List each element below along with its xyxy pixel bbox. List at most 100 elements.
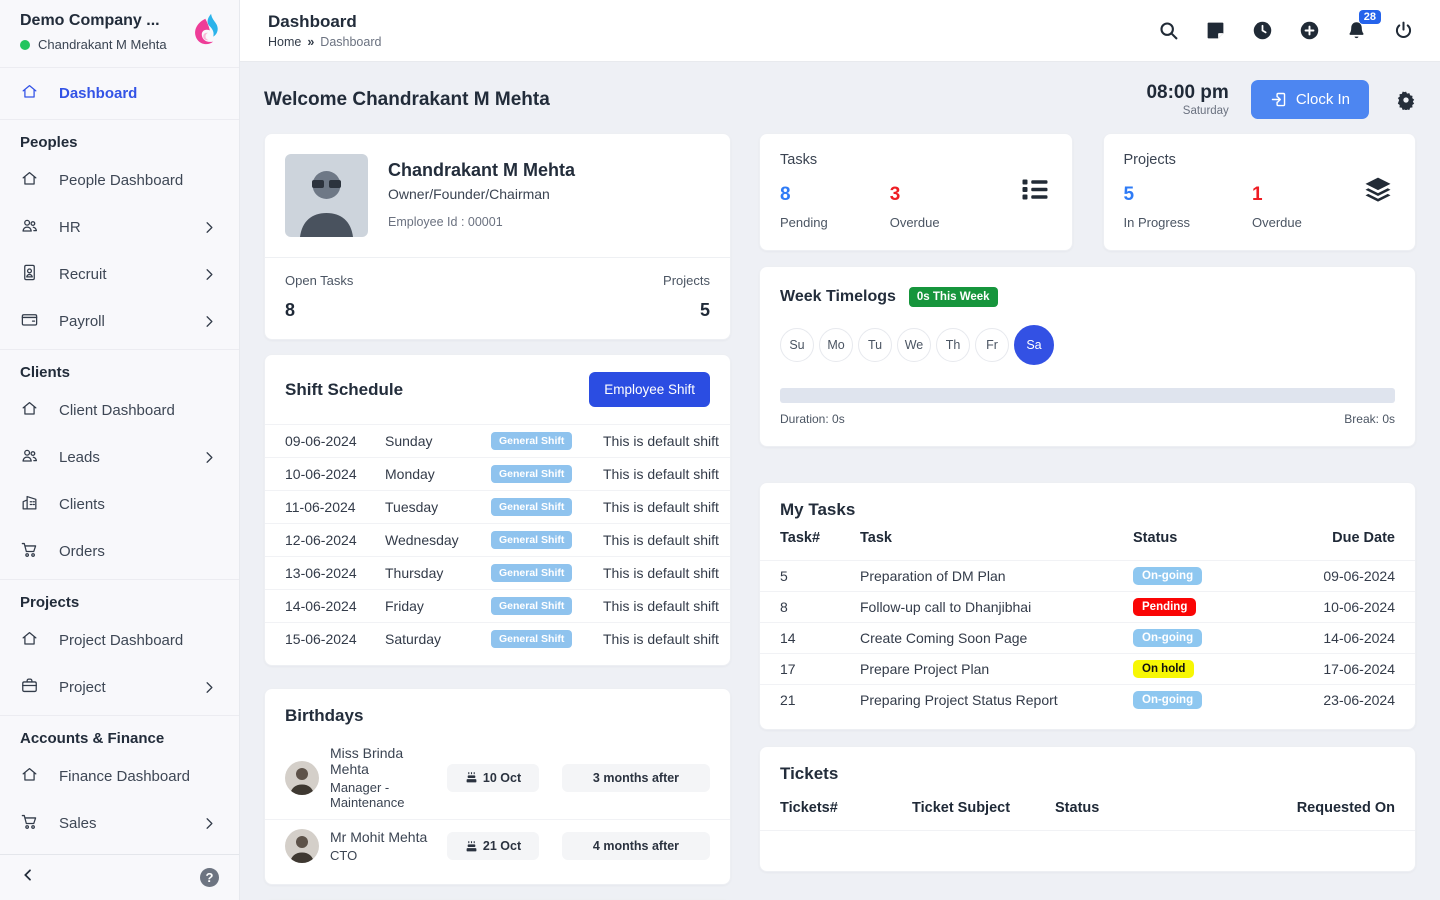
- task-id: 14: [780, 630, 860, 646]
- shift-type-badge: General Shift: [491, 630, 572, 648]
- sidebar-item-hr[interactable]: HR: [0, 204, 239, 251]
- help-icon[interactable]: ?: [200, 868, 219, 887]
- week-timelogs-card: Week Timelogs 0s This Week SuMoTuWeThFrS…: [759, 266, 1416, 447]
- settings-gear-icon[interactable]: [1396, 90, 1416, 110]
- birthday-row[interactable]: Mr Mohit Mehta CTO 21 Oct 4 months after: [265, 819, 730, 872]
- shift-row[interactable]: 12-06-2024 Wednesday General Shift This …: [265, 523, 730, 556]
- birthday-after-pill: 4 months after: [562, 832, 710, 860]
- projects-stat-card: Projects 5 In Progress 1 Overdue: [1103, 133, 1417, 251]
- task-row[interactable]: 8 Follow-up call to Dhanjibhai Pending 1…: [760, 591, 1415, 622]
- task-status-badge: On-going: [1133, 567, 1202, 585]
- collapse-sidebar-icon[interactable]: [20, 867, 36, 888]
- shift-day: Sunday: [385, 433, 491, 449]
- shift-type-badge: General Shift: [491, 564, 572, 582]
- tasks-overdue-label: Overdue: [890, 215, 940, 230]
- task-title: Prepare Project Plan: [860, 661, 1133, 677]
- day-pill-tu[interactable]: Tu: [858, 328, 892, 362]
- task-row[interactable]: 21 Preparing Project Status Report On-go…: [760, 684, 1415, 715]
- shift-row[interactable]: 11-06-2024 Tuesday General Shift This is…: [265, 490, 730, 523]
- sidebar-item-project[interactable]: Project: [0, 664, 239, 711]
- employee-shift-button[interactable]: Employee Shift: [589, 372, 710, 407]
- sidebar-item-label: Finance Dashboard: [59, 768, 190, 785]
- shift-row[interactable]: 13-06-2024 Thursday General Shift This i…: [265, 556, 730, 589]
- projects-inprogress-label: In Progress: [1124, 215, 1190, 230]
- task-due-date: 14-06-2024: [1285, 630, 1395, 646]
- cart-icon: [20, 812, 39, 835]
- my-tasks-column-header: Task: [860, 530, 1133, 546]
- shift-note: This is default shift: [603, 532, 730, 548]
- building-icon: [20, 493, 39, 516]
- shift-day: Tuesday: [385, 499, 491, 515]
- sidebar-item-clients[interactable]: Clients: [0, 481, 239, 528]
- sidebar-item-leads[interactable]: Leads: [0, 434, 239, 481]
- power-icon[interactable]: [1393, 20, 1414, 41]
- sidebar-item-label: People Dashboard: [59, 172, 183, 189]
- breadcrumb-home[interactable]: Home: [268, 35, 301, 49]
- day-pill-sa[interactable]: Sa: [1014, 325, 1054, 365]
- chevron-right-icon: [200, 814, 219, 833]
- clock-icon[interactable]: [1252, 20, 1273, 41]
- notes-icon[interactable]: [1205, 20, 1226, 41]
- task-row[interactable]: 14 Create Coming Soon Page On-going 14-0…: [760, 622, 1415, 653]
- current-time: 08:00 pm: [1146, 82, 1228, 104]
- shift-row[interactable]: 15-06-2024 Saturday General Shift This i…: [265, 622, 730, 655]
- sidebar-item-payroll[interactable]: Payroll: [0, 298, 239, 345]
- shift-type-badge: General Shift: [491, 432, 572, 450]
- shift-day: Wednesday: [385, 532, 491, 548]
- shift-row[interactable]: 10-06-2024 Monday General Shift This is …: [265, 457, 730, 490]
- task-due-date: 10-06-2024: [1285, 599, 1395, 615]
- search-icon[interactable]: [1158, 20, 1179, 41]
- sidebar-item-label: Clients: [59, 496, 105, 513]
- day-pill-fr[interactable]: Fr: [975, 328, 1009, 362]
- task-list-icon: [1020, 175, 1050, 210]
- duration-label: Duration: 0s: [780, 412, 845, 426]
- tasks-overdue-value: 3: [890, 184, 940, 206]
- task-due-date: 17-06-2024: [1285, 661, 1395, 677]
- tickets-column-header: Ticket Subject: [912, 800, 1055, 816]
- shift-row[interactable]: 14-06-2024 Friday General Shift This is …: [265, 589, 730, 622]
- sidebar-item-people-dashboard[interactable]: People Dashboard: [0, 157, 239, 204]
- shift-day: Monday: [385, 466, 491, 482]
- shift-note: This is default shift: [603, 631, 730, 647]
- tasks-pending-label: Pending: [780, 215, 828, 230]
- sidebar-item-project-dashboard[interactable]: Project Dashboard: [0, 617, 239, 664]
- sidebar-section-title: Clients: [0, 350, 239, 387]
- projects-stat-title: Projects: [1124, 152, 1396, 168]
- tickets-column-header: Requested On: [1245, 800, 1395, 816]
- task-row[interactable]: 17 Prepare Project Plan On hold 17-06-20…: [760, 653, 1415, 684]
- birthday-role: CTO: [330, 848, 436, 863]
- tasks-stat-card: Tasks 8 Pending 3 Overdue: [759, 133, 1073, 251]
- sidebar-section: Clients Client Dashboard Leads Clients O…: [0, 350, 239, 580]
- day-pill-we[interactable]: We: [897, 328, 931, 362]
- open-tasks-label: Open Tasks: [285, 273, 353, 288]
- sidebar-item-finance-dashboard[interactable]: Finance Dashboard: [0, 753, 239, 800]
- sidebar-item-sales[interactable]: Sales: [0, 800, 239, 847]
- birthdays-title: Birthdays: [285, 706, 363, 726]
- shift-row[interactable]: 09-06-2024 Sunday General Shift This is …: [265, 424, 730, 457]
- break-label: Break: 0s: [1344, 412, 1395, 426]
- shift-type-badge: General Shift: [491, 597, 572, 615]
- sidebar-item-recruit[interactable]: Recruit: [0, 251, 239, 298]
- sidebar-item-client-dashboard[interactable]: Client Dashboard: [0, 387, 239, 434]
- shift-schedule-title: Shift Schedule: [285, 380, 403, 400]
- notifications-bell-icon[interactable]: 28: [1346, 20, 1367, 41]
- birthday-date-pill: 21 Oct: [447, 832, 539, 860]
- sidebar-section: Projects Project Dashboard Project: [0, 580, 239, 716]
- day-pill-th[interactable]: Th: [936, 328, 970, 362]
- sidebar-item-orders[interactable]: Orders: [0, 528, 239, 575]
- task-row[interactable]: 5 Preparation of DM Plan On-going 09-06-…: [760, 560, 1415, 591]
- day-pill-su[interactable]: Su: [780, 328, 814, 362]
- sidebar-item-purchase[interactable]: Purchase: [0, 847, 239, 854]
- tickets-card: Tickets Tickets#Ticket SubjectStatusRequ…: [759, 746, 1416, 872]
- day-pill-mo[interactable]: Mo: [819, 328, 853, 362]
- cake-icon: [465, 840, 478, 853]
- my-tasks-title: My Tasks: [780, 500, 855, 520]
- sidebar-item-dashboard[interactable]: Dashboard: [0, 68, 239, 120]
- sidebar-nav: Dashboard Peoples People Dashboard HR Re…: [0, 68, 239, 854]
- add-icon[interactable]: [1299, 20, 1320, 41]
- company-logo: [188, 12, 221, 57]
- birthday-row[interactable]: Miss Brinda Mehta Manager - Maintenance …: [265, 736, 730, 819]
- my-tasks-header-row: Task#TaskStatusDue Date: [760, 524, 1415, 560]
- shift-date: 13-06-2024: [285, 565, 385, 581]
- clock-in-button[interactable]: Clock In: [1251, 80, 1369, 119]
